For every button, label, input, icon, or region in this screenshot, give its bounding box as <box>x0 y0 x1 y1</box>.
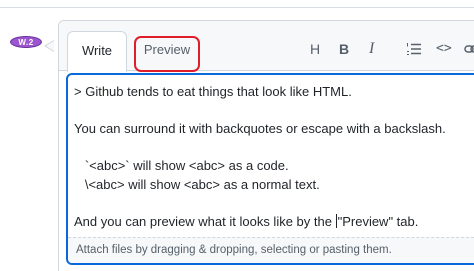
preview-highlight-ring <box>134 36 200 72</box>
bold-icon[interactable]: B <box>339 40 349 58</box>
code-icon[interactable]: <> <box>436 40 452 58</box>
tab-write[interactable]: Write <box>67 31 127 72</box>
text-line: You can surround it with backquotes or e… <box>74 121 446 136</box>
link-icon[interactable] <box>464 42 474 56</box>
heading-icon[interactable]: H <box>310 40 320 58</box>
comment-pointer <box>44 40 54 52</box>
italic-icon[interactable]: I <box>369 40 374 58</box>
numbered-list-icon[interactable] <box>407 42 421 56</box>
text-line: > Github tends to eat things that look l… <box>74 84 352 99</box>
text-line: \<abc> will show <abc> as a normal text. <box>74 176 320 192</box>
text-line: `<abc>` will show <abc> as a code. <box>74 158 289 173</box>
top-divider <box>0 0 474 8</box>
comment-text: > Github tends to eat things that look l… <box>74 83 446 231</box>
text-line-tail: "Preview" tab. <box>337 213 419 229</box>
avatar[interactable]: W.2 <box>10 36 42 48</box>
attach-files-bar[interactable]: Attach files by dragging & dropping, sel… <box>68 237 474 263</box>
comment-textarea[interactable]: > Github tends to eat things that look l… <box>66 73 474 265</box>
text-line: And you can preview what it looks like b… <box>74 213 336 229</box>
comment-editor-screen: W.2 Write Preview H B I <> > Github tend… <box>0 0 474 271</box>
text-caret <box>335 213 337 228</box>
